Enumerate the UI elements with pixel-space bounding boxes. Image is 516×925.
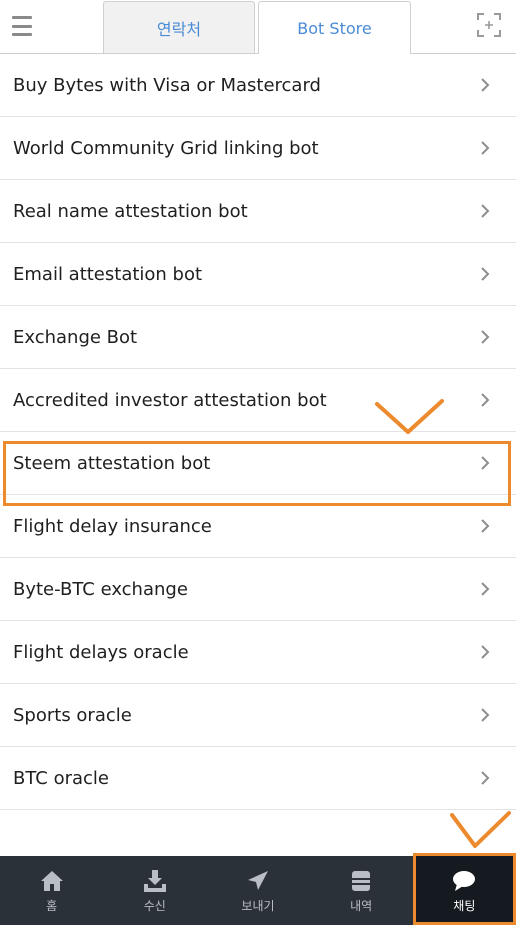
nav-history[interactable]: 내역: [310, 856, 413, 925]
nav-label: 수신: [143, 898, 166, 913]
list-item[interactable]: Email attestation bot: [0, 243, 516, 306]
receive-icon: [143, 869, 166, 892]
nav-label: 내역: [350, 898, 373, 913]
tab-bot-store[interactable]: Bot Store: [258, 1, 411, 54]
list-item-label: Byte-BTC exchange: [13, 578, 188, 600]
nav-receive[interactable]: 수신: [103, 856, 206, 925]
list-item-label: BTC oracle: [13, 767, 109, 789]
menu-icon[interactable]: [12, 16, 32, 36]
chevron-right-icon: [481, 141, 490, 155]
list-item-label: Exchange Bot: [13, 326, 138, 348]
nav-label: 보내기: [241, 898, 275, 913]
nav-label: 홈: [46, 898, 58, 913]
list-item-label: Flight delays oracle: [13, 641, 189, 663]
nav-home[interactable]: 홈: [0, 856, 103, 925]
nav-chat[interactable]: 채팅: [412, 853, 516, 925]
chat-icon: [453, 870, 476, 891]
list-item[interactable]: World Community Grid linking bot: [0, 117, 516, 180]
list-item-label: Buy Bytes with Visa or Mastercard: [13, 74, 321, 96]
list-item[interactable]: Flight delay insurance: [0, 495, 516, 558]
list-item[interactable]: Real name attestation bot: [0, 180, 516, 243]
nav-send[interactable]: 보내기: [206, 856, 309, 925]
chevron-right-icon: [481, 267, 490, 281]
list-item-label: Steem attestation bot: [13, 452, 211, 474]
history-icon: [352, 870, 371, 891]
chevron-right-icon: [481, 78, 490, 92]
chevron-right-icon: [481, 645, 490, 659]
scan-qr-icon[interactable]: [477, 13, 501, 37]
list-item-label: World Community Grid linking bot: [13, 137, 319, 159]
list-item-steem-attestation-bot[interactable]: Steem attestation bot: [0, 432, 516, 495]
top-header: 연락처 Bot Store: [0, 0, 516, 54]
list-item[interactable]: Exchange Bot: [0, 306, 516, 369]
list-item[interactable]: BTC oracle: [0, 747, 516, 810]
nav-label: 채팅: [453, 898, 476, 913]
chevron-right-icon: [481, 519, 490, 533]
send-icon: [247, 870, 268, 890]
list-item[interactable]: Buy Bytes with Visa or Mastercard: [0, 54, 516, 117]
chevron-right-icon: [481, 582, 490, 596]
list-item[interactable]: Byte-BTC exchange: [0, 558, 516, 621]
chevron-right-icon: [481, 456, 490, 470]
list-item-label: Accredited investor attestation bot: [13, 389, 327, 411]
tab-label: Bot Store: [297, 18, 372, 38]
chevron-right-icon: [481, 204, 490, 218]
chevron-right-icon: [481, 330, 490, 344]
chevron-right-icon: [481, 393, 490, 407]
list-item-label: Real name attestation bot: [13, 200, 248, 222]
list-item[interactable]: Sports oracle: [0, 684, 516, 747]
list-item-label: Flight delay insurance: [13, 515, 212, 537]
chevron-right-icon: [481, 708, 490, 722]
tab-label: 연락처: [156, 19, 202, 39]
home-icon: [40, 870, 63, 891]
bot-list: Buy Bytes with Visa or Mastercard World …: [0, 54, 516, 873]
list-item-label: Sports oracle: [13, 704, 132, 726]
list-item[interactable]: Accredited investor attestation bot: [0, 369, 516, 432]
chevron-right-icon: [481, 771, 490, 785]
list-item-label: Email attestation bot: [13, 263, 203, 285]
tab-contacts[interactable]: 연락처: [103, 1, 255, 53]
bottom-nav: 홈 수신 보내기 내역 채팅: [0, 853, 516, 925]
list-item[interactable]: Flight delays oracle: [0, 621, 516, 684]
